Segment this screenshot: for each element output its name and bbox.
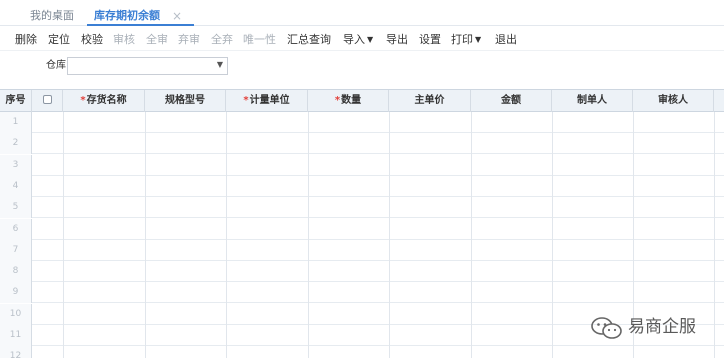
chevron-down-icon: ▼ [475,35,482,44]
audit-button[interactable]: 审核 [113,31,135,49]
grid-header: 序号 *存货名称 规格型号 *计量单位 *数量 主单价 金额 制单人 审核人 [0,90,724,112]
delete-button[interactable]: 删除 [15,31,37,49]
column-header-creator[interactable]: 制单人 [552,90,633,112]
warehouse-label: 仓库 [46,60,66,71]
wechat-icon [591,317,622,339]
table-row[interactable]: 4 [0,175,724,197]
column-header-auditor[interactable]: 审核人 [633,90,714,112]
export-button[interactable]: 导出 [386,31,408,49]
summary-query-button[interactable]: 汇总查询 [287,31,331,49]
column-header-unit[interactable]: *计量单位 [226,90,308,112]
row-number: 7 [0,239,32,261]
watermark-text: 易商企服 [628,317,696,337]
table-row[interactable]: 5 [0,197,724,219]
table-row[interactable]: 8 [0,261,724,283]
column-divider [471,112,472,358]
tab-bar: 我的桌面 库存期初余额 × [0,0,724,26]
table-row[interactable]: 2 [0,133,724,155]
tab-my-desktop[interactable]: 我的桌面 [30,6,74,26]
table-row[interactable]: 7 [0,239,724,261]
row-number: 4 [0,175,32,197]
required-marker: * [80,95,86,106]
toolbar: 删除 定位 校验 审核 全审 弃审 全弃 唯一性 汇总查询 导入 ▼ 导出 设置 … [0,27,724,51]
tab-inventory-opening-balance[interactable]: 库存期初余额 [94,6,160,26]
column-divider [714,112,715,358]
column-header-item-name[interactable]: *存货名称 [63,90,145,112]
table-row[interactable]: 12 [0,346,724,358]
column-divider [389,112,390,358]
audit-all-button[interactable]: 全审 [146,31,168,49]
chevron-down-icon: ▼ [216,60,223,69]
print-button[interactable]: 打印 ▼ [451,31,481,49]
column-divider [145,112,146,358]
select-all-checkbox[interactable] [42,95,52,104]
unaudit-all-button[interactable]: 全弃 [211,31,233,49]
row-number: 8 [0,261,32,283]
row-number: 2 [0,133,32,155]
row-number: 9 [0,282,32,304]
column-header-amount[interactable]: 金额 [471,90,552,112]
locate-button[interactable]: 定位 [48,31,70,49]
row-number: 5 [0,197,32,219]
column-header-quantity[interactable]: *数量 [308,90,389,112]
warehouse-select[interactable]: ▼ [67,57,228,75]
validate-button[interactable]: 校验 [81,31,103,49]
column-header-select [32,90,63,112]
settings-button[interactable]: 设置 [419,31,441,49]
uniqueness-button[interactable]: 唯一性 [243,31,276,49]
column-divider [552,112,553,358]
row-number: 1 [0,112,32,133]
required-marker: * [243,95,249,106]
chevron-down-icon: ▼ [367,35,374,44]
row-number: 3 [0,154,32,176]
column-header-spec[interactable]: 规格型号 [145,90,226,112]
filter-bar: 仓库 ▼ [0,52,724,86]
column-divider [308,112,309,358]
row-number: 12 [0,346,32,358]
unaudit-button[interactable]: 弃审 [178,31,200,49]
column-header-seq: 序号 [0,90,32,112]
required-marker: * [334,95,341,106]
column-divider [63,112,64,358]
column-divider [226,112,227,358]
table-row[interactable]: 9 [0,282,724,304]
exit-button[interactable]: 退出 [495,31,517,49]
table-row[interactable]: 1 [0,112,724,133]
row-number: 6 [0,218,32,240]
import-button[interactable]: 导入 ▼ [343,31,373,49]
row-number: 11 [0,325,32,346]
row-number: 10 [0,303,32,325]
table-row[interactable]: 3 [0,154,724,176]
column-header-unit-price[interactable]: 主单价 [389,90,471,112]
close-icon[interactable]: × [172,6,182,26]
table-row[interactable]: 6 [0,218,724,240]
